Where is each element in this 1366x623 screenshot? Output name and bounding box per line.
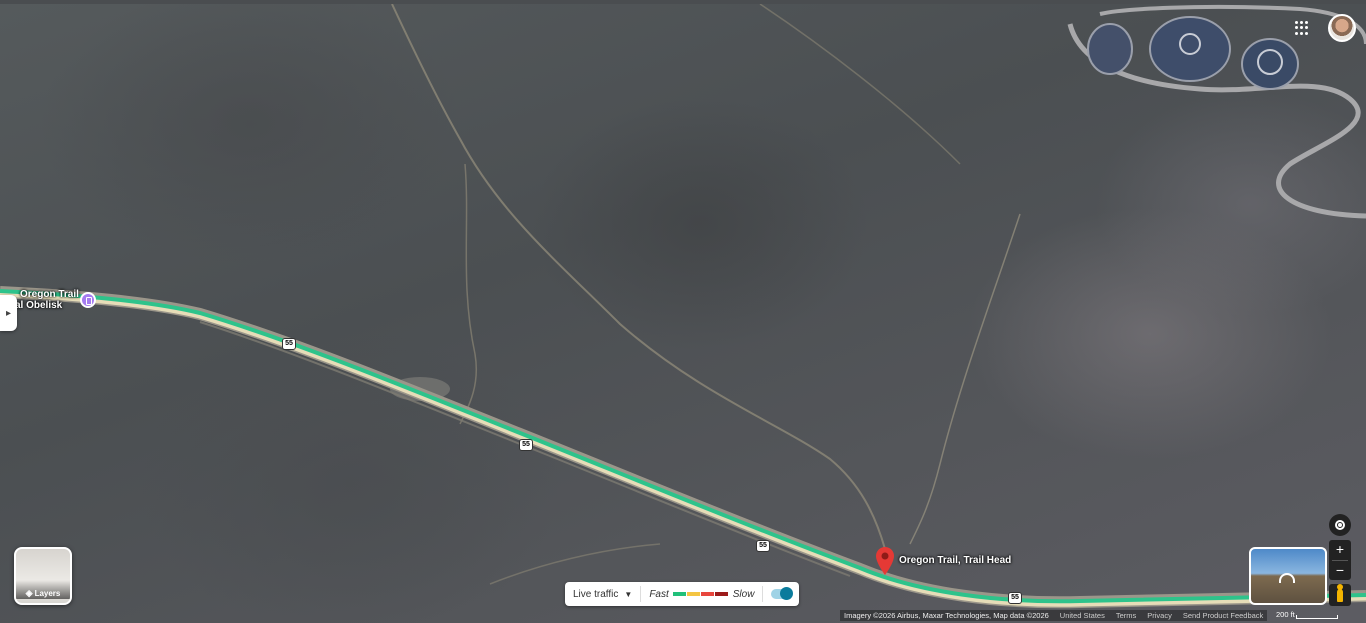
feedback-link[interactable]: Send Product Feedback — [1183, 611, 1263, 620]
route-shield: 55 — [519, 439, 533, 451]
live-traffic-label: Live traffic — [573, 588, 619, 600]
traffic-toggle-wrap — [763, 582, 799, 606]
zoom-in-button[interactable]: + — [1329, 540, 1351, 560]
legend-swatch-medium — [687, 592, 701, 596]
street-view-thumbnail[interactable] — [1249, 547, 1327, 605]
trailhead-label[interactable]: Oregon Trail, Trail Head — [899, 555, 1011, 566]
zoom-controls: + − — [1329, 540, 1351, 580]
live-traffic-dropdown[interactable]: Live traffic ▼ — [565, 582, 640, 606]
account-avatar[interactable] — [1328, 14, 1356, 42]
traffic-slow-label: Slow — [732, 588, 755, 600]
scale-bar — [1296, 615, 1338, 619]
map-attribution: Imagery ©2026 Airbus, Maxar Technologies… — [840, 610, 1268, 621]
traffic-legend: Fast Slow — [641, 582, 762, 606]
legend-swatch-fast — [673, 592, 687, 596]
terms-link[interactable]: Terms — [1116, 611, 1136, 620]
pegman-button[interactable] — [1329, 583, 1351, 606]
location-marker-icon[interactable] — [876, 547, 894, 575]
chevron-right-icon: ▸ — [5, 307, 12, 319]
privacy-link[interactable]: Privacy — [1147, 611, 1172, 620]
route-shield: 55 — [756, 540, 770, 552]
obelisk-label-line1: Oregon Trail — [20, 289, 79, 300]
route-shield: 55 — [1008, 592, 1022, 604]
imagery-credit: Imagery ©2026 Airbus, Maxar Technologies… — [844, 611, 1049, 620]
legend-swatch-slow — [701, 592, 715, 596]
layers-icon: ◈ — [25, 588, 33, 598]
apps-grid-icon[interactable] — [1295, 21, 1309, 35]
traffic-bar: Live traffic ▼ Fast Slow — [565, 582, 800, 606]
rotate-360-icon — [1279, 573, 1295, 583]
expand-sidebar-button[interactable]: ▸ — [0, 295, 17, 331]
zoom-out-button[interactable]: − — [1329, 561, 1351, 581]
satellite-map[interactable]: Oregon Trail nnial Obelisk 55 55 55 55 O… — [0, 4, 1366, 623]
pegman-icon — [1337, 583, 1343, 602]
map-features — [0, 4, 1366, 609]
layers-label: ◈ Layers — [16, 580, 70, 599]
caret-down-icon: ▼ — [624, 589, 633, 599]
layers-button[interactable]: ◈ Layers — [14, 547, 72, 605]
legend-swatch-stopped — [715, 592, 729, 596]
crosshair-icon — [1335, 520, 1345, 530]
route-shield: 55 — [282, 338, 296, 350]
traffic-fast-label: Fast — [649, 588, 669, 600]
traffic-toggle[interactable] — [771, 587, 794, 600]
obelisk-poi-icon[interactable] — [80, 292, 96, 308]
layers-label-text: Layers — [34, 589, 61, 598]
scale-label[interactable]: 200 ft — [1276, 610, 1295, 619]
region-link[interactable]: United States — [1060, 611, 1105, 620]
my-location-button[interactable] — [1329, 514, 1351, 536]
obelisk-poi-label[interactable]: Oregon Trail nnial Obelisk — [0, 289, 79, 311]
